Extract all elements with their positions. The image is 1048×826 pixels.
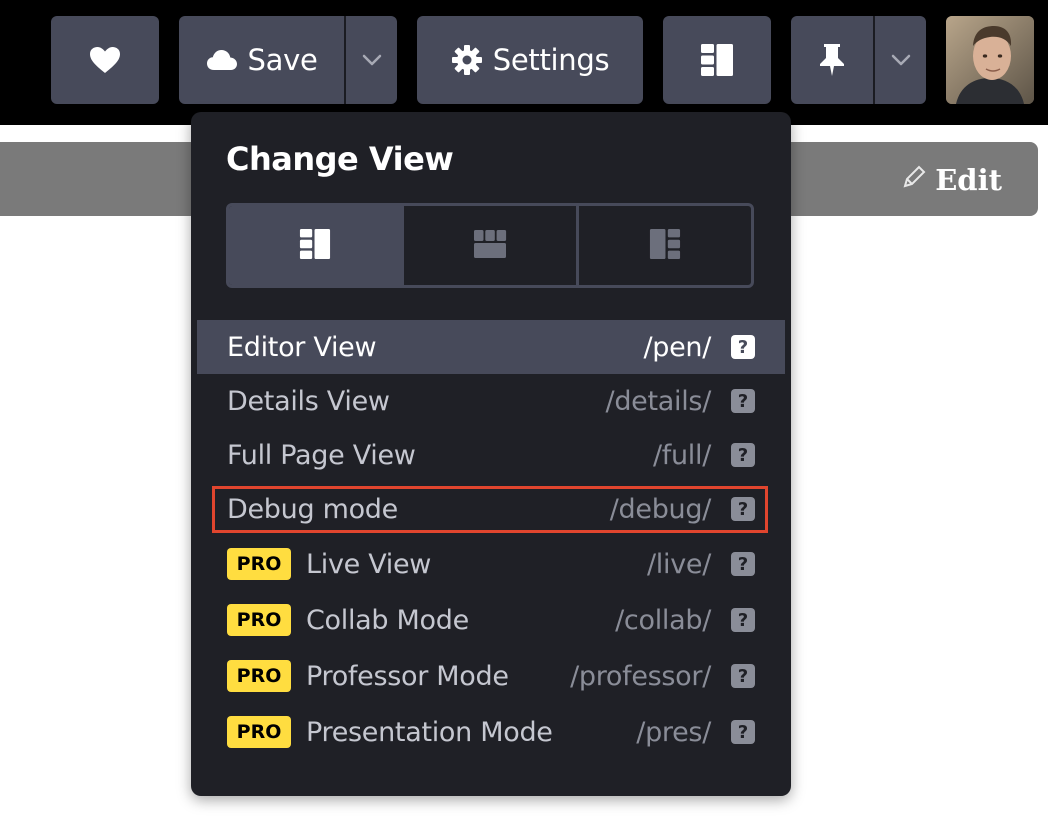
layout-left-icon xyxy=(299,228,331,264)
top-toolbar: Save Settings xyxy=(0,0,1048,125)
view-name: Editor View xyxy=(227,331,377,363)
heart-icon xyxy=(89,46,121,74)
chevron-down-icon xyxy=(362,54,382,66)
pro-badge: PRO xyxy=(227,716,291,748)
pro-badge: PRO xyxy=(227,660,291,692)
view-item-debug[interactable]: Debug mode /debug/ ? xyxy=(197,482,785,536)
view-name: Collab Mode xyxy=(306,604,469,636)
help-icon[interactable]: ? xyxy=(731,443,755,467)
view-item-presentation[interactable]: PRO Presentation Mode /pres/ ? xyxy=(197,704,785,760)
help-icon[interactable]: ? xyxy=(731,720,755,744)
pin-dropdown-button[interactable] xyxy=(873,16,926,104)
view-name: Professor Mode xyxy=(306,660,509,692)
view-item-full-page[interactable]: Full Page View /full/ ? xyxy=(197,428,785,482)
view-item-details[interactable]: Details View /details/ ? xyxy=(197,374,785,428)
layout-left-option[interactable] xyxy=(229,206,401,285)
help-icon[interactable]: ? xyxy=(731,664,755,688)
heart-button[interactable] xyxy=(51,16,159,104)
view-path: /professor/ xyxy=(570,660,711,692)
view-item-live[interactable]: PRO Live View /live/ ? xyxy=(197,536,785,592)
view-item-collab[interactable]: PRO Collab Mode /collab/ ? xyxy=(197,592,785,648)
layout-top-option[interactable] xyxy=(401,206,576,285)
edit-label: Edit xyxy=(935,163,1002,197)
pencil-icon xyxy=(901,163,927,197)
view-path: /full/ xyxy=(652,439,711,471)
view-path: /collab/ xyxy=(615,604,711,636)
help-icon[interactable]: ? xyxy=(731,389,755,413)
gear-icon xyxy=(451,44,483,76)
pro-badge: PRO xyxy=(227,604,291,636)
layout-toggle xyxy=(226,203,754,288)
help-icon[interactable]: ? xyxy=(731,552,755,576)
cloud-icon xyxy=(206,49,238,71)
layout-right-option[interactable] xyxy=(576,206,751,285)
layout-right-icon xyxy=(649,228,681,264)
change-view-button[interactable] xyxy=(663,16,771,104)
save-dropdown-button[interactable] xyxy=(344,16,397,104)
user-avatar[interactable] xyxy=(946,16,1034,104)
popup-title: Change View xyxy=(226,140,454,178)
view-name: Full Page View xyxy=(227,439,416,471)
pin-icon xyxy=(819,43,845,77)
help-icon[interactable]: ? xyxy=(731,608,755,632)
view-path: /details/ xyxy=(605,385,712,417)
help-icon[interactable]: ? xyxy=(731,335,755,359)
view-path: /live/ xyxy=(647,548,711,580)
pin-button[interactable] xyxy=(791,16,873,104)
view-path: /pres/ xyxy=(636,716,711,748)
view-name: Presentation Mode xyxy=(306,716,553,748)
view-path: /pen/ xyxy=(643,331,711,363)
view-path: /debug/ xyxy=(609,493,712,525)
view-item-editor[interactable]: Editor View /pen/ ? xyxy=(197,320,785,374)
view-name: Details View xyxy=(227,385,390,417)
change-view-popup: Change View Editor View /pen/ ? Details … xyxy=(191,112,791,796)
layout-top-icon xyxy=(473,229,507,263)
view-list: Editor View /pen/ ? Details View /detail… xyxy=(197,320,785,760)
pro-badge: PRO xyxy=(227,548,291,580)
view-name: Live View xyxy=(306,548,432,580)
settings-button[interactable]: Settings xyxy=(417,16,643,104)
help-icon[interactable]: ? xyxy=(731,497,755,521)
view-name: Debug mode xyxy=(227,493,398,525)
edit-button[interactable]: Edit xyxy=(901,160,1002,200)
settings-label: Settings xyxy=(492,43,610,77)
view-item-professor[interactable]: PRO Professor Mode /professor/ ? xyxy=(197,648,785,704)
save-button[interactable]: Save xyxy=(179,16,344,104)
chevron-down-icon xyxy=(891,54,911,66)
layout-icon xyxy=(700,43,734,77)
save-label: Save xyxy=(247,43,318,77)
